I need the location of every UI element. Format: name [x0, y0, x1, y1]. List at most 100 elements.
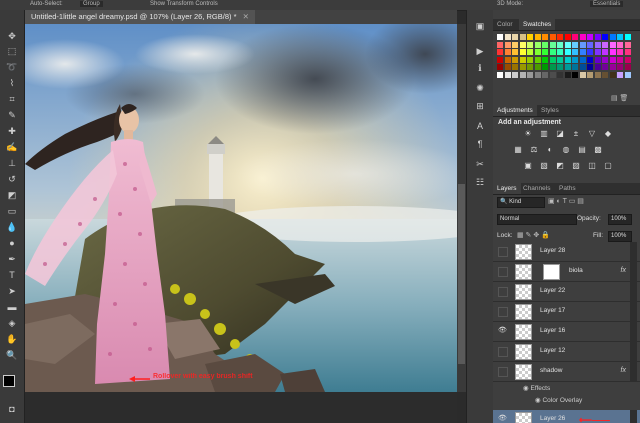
color-swatch[interactable] — [564, 34, 571, 40]
color-swatch[interactable] — [587, 71, 593, 78]
visibility-eye-icon[interactable]: 👁 — [498, 327, 507, 335]
color-swatch[interactable] — [609, 56, 616, 63]
layer-name[interactable]: Layer 16 — [540, 327, 565, 334]
layer-row[interactable]: Layer 12 — [493, 342, 640, 362]
color-swatch[interactable] — [579, 56, 586, 63]
color-swatch[interactable] — [542, 71, 548, 78]
photo-filter-icon[interactable]: ◍ — [561, 145, 571, 155]
threshold-icon[interactable]: ◩ — [555, 161, 565, 171]
color-swatch[interactable] — [504, 41, 511, 48]
layer-filter-dropdown[interactable]: 🔍 Kind — [497, 197, 545, 208]
color-swatch[interactable] — [534, 34, 541, 40]
color-swatch[interactable] — [497, 49, 503, 55]
color-swatch[interactable] — [549, 34, 556, 40]
color-swatch[interactable] — [579, 34, 586, 40]
color-swatch[interactable] — [594, 71, 601, 78]
color-swatch[interactable] — [587, 49, 593, 55]
layer-row[interactable]: shadow fx — [493, 362, 640, 382]
color-swatch[interactable] — [587, 34, 593, 40]
color-swatch[interactable] — [617, 56, 623, 63]
color-swatch[interactable] — [527, 64, 533, 70]
visibility-eye-icon[interactable] — [498, 287, 508, 297]
tab-channels[interactable]: Channels — [519, 183, 554, 194]
color-swatch[interactable] — [624, 41, 631, 48]
color-swatch[interactable] — [497, 56, 503, 63]
color-swatch[interactable] — [534, 49, 541, 55]
layer-filter-icons[interactable]: ▣ ◐ T ▭ ▤ — [548, 197, 584, 205]
color-swatch[interactable] — [564, 71, 571, 78]
color-swatch[interactable] — [572, 71, 578, 78]
visibility-eye-icon[interactable] — [498, 367, 508, 377]
color-swatch[interactable] — [594, 41, 601, 48]
color-swatch[interactable] — [542, 49, 548, 55]
visibility-eye-icon[interactable] — [498, 347, 508, 357]
color-swatch[interactable] — [557, 41, 563, 48]
color-swatch[interactable] — [557, 34, 563, 40]
color-swatch[interactable] — [624, 34, 631, 40]
color-swatch[interactable] — [512, 56, 518, 63]
pen-tool-icon[interactable]: ✒ — [4, 253, 20, 265]
color-swatch[interactable] — [609, 71, 616, 78]
properties-panel-icon[interactable]: ☷ — [473, 176, 487, 188]
color-swatch[interactable] — [519, 34, 526, 40]
layer-row[interactable]: Layer 22 — [493, 282, 640, 302]
color-swatch[interactable] — [497, 34, 503, 40]
color-swatch[interactable] — [497, 71, 503, 78]
visibility-eye-icon[interactable] — [498, 307, 508, 317]
color-swatch[interactable] — [602, 71, 608, 78]
layer-name[interactable]: Layer 28 — [540, 247, 565, 254]
color-swatch[interactable] — [497, 41, 503, 48]
curves-icon[interactable]: ◪ — [555, 129, 565, 139]
quick-mask-icon[interactable]: ◘ — [4, 403, 20, 415]
layer-fx-icon[interactable]: fx — [621, 367, 626, 374]
color-swatch[interactable] — [527, 41, 533, 48]
black-white-icon[interactable]: ◐ — [545, 145, 555, 155]
color-swatch[interactable] — [617, 34, 623, 40]
color-swatch[interactable] — [564, 49, 571, 55]
exposure-icon[interactable]: ± — [571, 129, 581, 139]
color-swatch[interactable] — [602, 49, 608, 55]
color-lookup-icon[interactable]: ▩ — [593, 145, 603, 155]
color-swatch[interactable] — [609, 41, 616, 48]
color-swatch[interactable] — [542, 64, 548, 70]
color-swatch[interactable] — [572, 41, 578, 48]
color-swatch[interactable] — [602, 56, 608, 63]
color-swatch[interactable] — [564, 41, 571, 48]
color-swatch[interactable] — [587, 56, 593, 63]
info-panel-icon[interactable]: ℹ — [473, 62, 487, 74]
hsl-icon[interactable]: ◆ — [603, 129, 613, 139]
actions-panel-icon[interactable]: ▶ — [473, 45, 487, 57]
color-swatch[interactable] — [594, 64, 601, 70]
document-canvas[interactable]: Rollover with easy brush shift — [25, 24, 457, 392]
tab-adjustments[interactable]: Adjustments — [493, 105, 537, 116]
invert-icon[interactable]: ▣ — [523, 161, 533, 171]
3d-tool-icon[interactable]: ◈ — [4, 317, 20, 329]
color-swatch[interactable] — [609, 49, 616, 55]
color-swatch[interactable] — [504, 56, 511, 63]
layer-row[interactable]: Layer 17 — [493, 302, 640, 322]
color-swatch[interactable] — [602, 64, 608, 70]
color-swatch[interactable] — [549, 41, 556, 48]
color-swatch[interactable] — [564, 64, 571, 70]
marquee-tool-icon[interactable]: ⬚ — [4, 45, 20, 57]
color-swatch[interactable] — [542, 34, 548, 40]
paragraph-panel-icon[interactable]: ¶ — [473, 138, 487, 150]
color-swatch[interactable] — [512, 71, 518, 78]
color-swatch[interactable] — [542, 56, 548, 63]
canvas-vertical-scrollbar[interactable] — [457, 24, 466, 392]
layer-row[interactable]: 👁 Layer 26 — [493, 410, 640, 423]
curves-alt-icon[interactable]: ▢ — [603, 161, 613, 171]
brightness-contrast-icon[interactable]: ☀ — [523, 129, 533, 139]
rectangle-tool-icon[interactable]: ▬ — [4, 301, 20, 313]
new-swatch-icon[interactable]: ▤ 🗑 — [611, 94, 628, 102]
opacity-input[interactable]: 100% — [608, 214, 632, 225]
posterize-icon[interactable]: ▧ — [539, 161, 549, 171]
lasso-tool-icon[interactable]: ➰ — [4, 61, 20, 73]
blur-tool-icon[interactable]: 💧 — [4, 221, 20, 233]
layer-name[interactable]: biola — [569, 267, 583, 274]
color-swatch[interactable] — [527, 34, 533, 40]
clone-stamp-tool-icon[interactable]: ⊥ — [4, 157, 20, 169]
layer-name[interactable]: Layer 12 — [540, 347, 565, 354]
color-swatch[interactable] — [557, 71, 563, 78]
color-swatch[interactable] — [512, 49, 518, 55]
